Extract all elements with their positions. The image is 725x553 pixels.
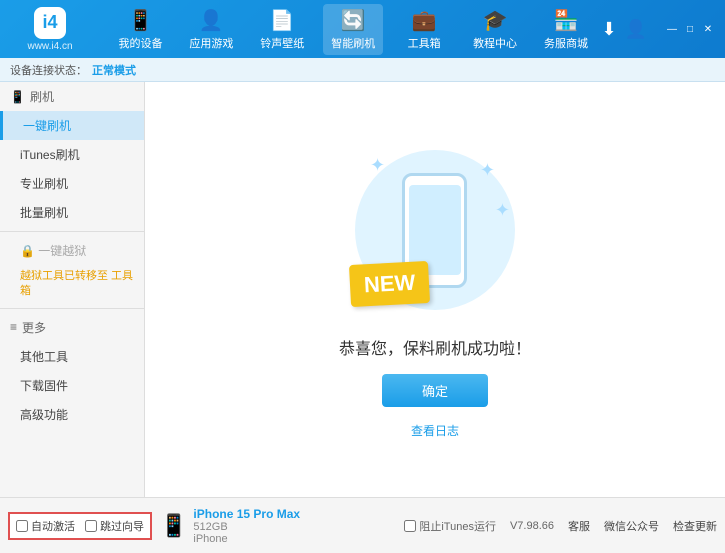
- sidebar-item-advanced[interactable]: 高级功能: [0, 400, 144, 429]
- sidebar-flash-section: 📱 刷机: [0, 82, 144, 111]
- check-update-link[interactable]: 检查更新: [673, 518, 717, 534]
- main-layout: 📱 刷机 一键刷机 iTunes刷机 专业刷机 批量刷机 🔒 一键越狱 越狱工具…: [0, 82, 725, 497]
- sidebar: 📱 刷机 一键刷机 iTunes刷机 专业刷机 批量刷机 🔒 一键越狱 越狱工具…: [0, 82, 145, 497]
- user-avatar[interactable]: 👤: [625, 19, 647, 40]
- more-icon: ≡: [10, 320, 17, 334]
- close-button[interactable]: ✕: [701, 22, 715, 36]
- header: i4 www.i4.cn 📱 我的设备 👤 应用游戏 📄 铃声壁纸 🔄 智能刷机…: [0, 0, 725, 58]
- sidebar-item-download[interactable]: 下载固件: [0, 371, 144, 400]
- device-phone-icon: 📱: [160, 513, 187, 539]
- nav-label-store: 务服商城: [544, 35, 588, 51]
- nav-item-smart-flash[interactable]: 🔄 智能刷机: [323, 4, 383, 55]
- itunes-checkbox[interactable]: [404, 520, 416, 532]
- sidebar-divider-2: [0, 308, 144, 309]
- flash-section-icon: 📱: [10, 90, 25, 104]
- sidebar-divider-1: [0, 231, 144, 232]
- ringtones-icon: 📄: [270, 8, 295, 33]
- sidebar-item-itunes[interactable]: iTunes刷机: [0, 140, 144, 169]
- content-area: ✦ ✦ ✦ NEW 恭喜您，保料刷机成功啦！ 确定 查看日志: [145, 82, 725, 497]
- phone-illustration: ✦ ✦ ✦ NEW: [345, 140, 525, 320]
- itunes-label: 阻止iTunes运行: [419, 518, 496, 534]
- itunes-checkbox-group: 阻止iTunes运行: [404, 518, 496, 534]
- window-controls: — □ ✕: [665, 22, 715, 36]
- device-name: iPhone 15 Pro Max: [193, 507, 300, 521]
- sparkle-icon-3: ✦: [495, 200, 510, 221]
- auto-activate-checkbox[interactable]: [16, 520, 28, 532]
- nav-item-ringtones[interactable]: 📄 铃声壁纸: [252, 4, 312, 55]
- auto-activate-checkbox-group: 自动激活: [16, 518, 75, 534]
- guide-label: 跳过向导: [100, 518, 144, 534]
- sidebar-item-one-key[interactable]: 一键刷机: [0, 111, 144, 140]
- lock-icon: 🔒: [20, 244, 35, 258]
- checkbox-group: 自动激活 跳过向导: [8, 512, 152, 540]
- logo-icon: i4: [34, 7, 66, 39]
- tutorials-icon: 🎓: [483, 8, 508, 33]
- guide-checkbox-group: 跳过向导: [85, 518, 144, 534]
- wechat-link[interactable]: 微信公众号: [604, 518, 659, 534]
- guide-checkbox[interactable]: [85, 520, 97, 532]
- maximize-button[interactable]: □: [683, 22, 697, 36]
- store-icon: 🏪: [554, 8, 579, 33]
- bottom-right: 阻止iTunes运行 V7.98.66 客服 微信公众号 检查更新: [404, 518, 717, 534]
- new-badge: NEW: [349, 261, 430, 307]
- logo-area: i4 www.i4.cn: [10, 7, 90, 52]
- download-icon[interactable]: ⬇: [601, 19, 616, 40]
- toolbar-status: 正常模式: [92, 62, 136, 78]
- sidebar-jailbreak-note: 越狱工具已转移至 工具箱: [0, 265, 144, 304]
- toolbar: 设备连接状态： 正常模式: [0, 58, 725, 82]
- smart-flash-icon: 🔄: [341, 8, 366, 33]
- nav-items: 📱 我的设备 👤 应用游戏 📄 铃声壁纸 🔄 智能刷机 💼 工具箱 🎓 教程中心…: [105, 4, 601, 55]
- nav-item-apps[interactable]: 👤 应用游戏: [181, 4, 241, 55]
- nav-item-tutorials[interactable]: 🎓 教程中心: [465, 4, 525, 55]
- nav-label-tutorials: 教程中心: [473, 35, 517, 51]
- nav-label-toolbox: 工具箱: [408, 35, 441, 51]
- version-label: V7.98.66: [510, 520, 554, 532]
- nav-item-store[interactable]: 🏪 务服商城: [536, 4, 596, 55]
- device-block: 📱 iPhone 15 Pro Max 512GB iPhone: [160, 507, 300, 545]
- sidebar-more-section: ≡ 更多: [0, 313, 144, 342]
- success-title: 恭喜您，保料刷机成功啦！: [339, 335, 531, 359]
- confirm-button[interactable]: 确定: [382, 374, 488, 407]
- nav-item-toolbox[interactable]: 💼 工具箱: [394, 4, 454, 55]
- log-link[interactable]: 查看日志: [411, 422, 459, 439]
- toolbox-icon: 💼: [412, 8, 437, 33]
- device-type: iPhone: [193, 533, 300, 545]
- nav-label-apps: 应用游戏: [189, 35, 233, 51]
- header-right: ⬇ 👤 — □ ✕: [601, 19, 715, 40]
- sidebar-item-batch[interactable]: 批量刷机: [0, 198, 144, 227]
- nav-label-smart-flash: 智能刷机: [331, 35, 375, 51]
- client-link[interactable]: 客服: [568, 518, 590, 534]
- minimize-button[interactable]: —: [665, 22, 679, 36]
- sparkle-icon-1: ✦: [370, 155, 385, 176]
- logo-text: www.i4.cn: [27, 41, 72, 52]
- sidebar-item-jailbreak-disabled: 🔒 一键越狱: [0, 236, 144, 265]
- sidebar-item-pro[interactable]: 专业刷机: [0, 169, 144, 198]
- nav-label-my-device: 我的设备: [118, 35, 162, 51]
- sidebar-item-other-tools[interactable]: 其他工具: [0, 342, 144, 371]
- success-container: ✦ ✦ ✦ NEW 恭喜您，保料刷机成功啦！ 确定 查看日志: [339, 140, 531, 439]
- sparkle-icon-2: ✦: [480, 160, 495, 181]
- auto-activate-label: 自动激活: [31, 518, 75, 534]
- nav-item-my-device[interactable]: 📱 我的设备: [110, 4, 170, 55]
- apps-icon: 👤: [199, 8, 224, 33]
- flash-section-label: 刷机: [30, 88, 54, 105]
- bottom-row: 自动激活 跳过向导 📱 iPhone 15 Pro Max 512GB iPho…: [0, 497, 725, 553]
- device-icon: 📱: [128, 8, 153, 33]
- nav-label-ringtones: 铃声壁纸: [260, 35, 304, 51]
- toolbar-prefix: 设备连接状态：: [10, 62, 87, 78]
